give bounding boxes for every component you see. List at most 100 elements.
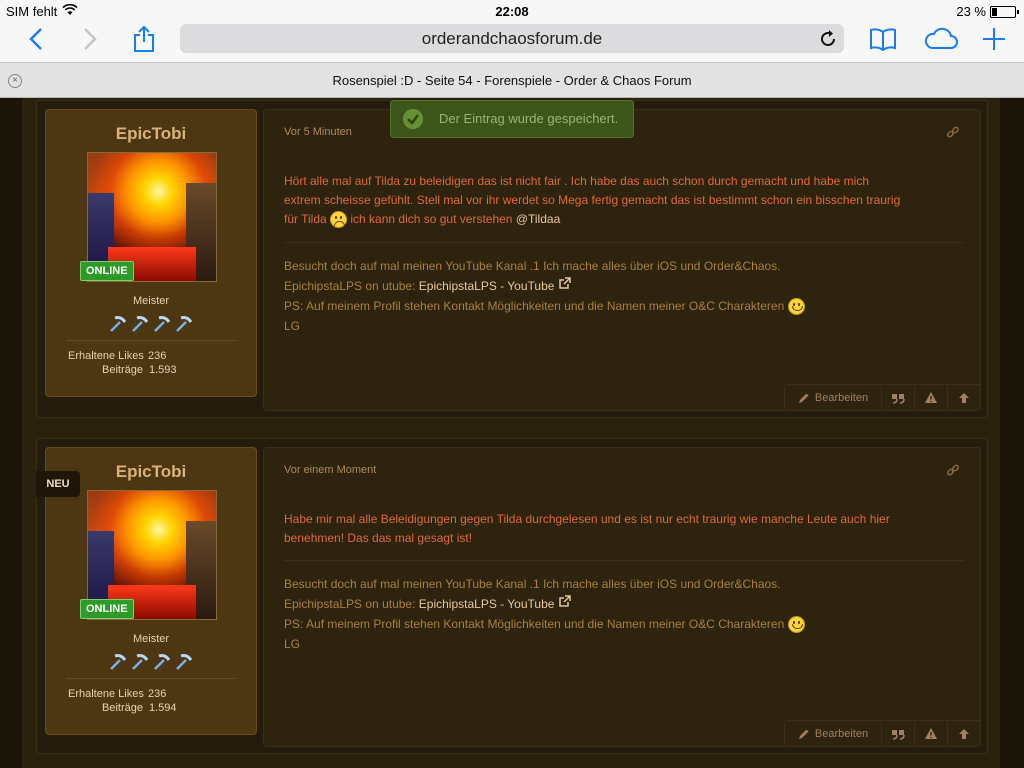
quote-icon	[892, 393, 905, 404]
quote-icon	[892, 729, 905, 740]
message-line: extrem scheisse gefühlt. Stell mal vor i…	[284, 193, 901, 207]
pickaxe-icon	[130, 652, 150, 672]
forum-post: EpicTobi ONLINE Meister Erhaltene Likes …	[36, 100, 988, 418]
trophy-icons	[108, 314, 194, 334]
clock: 22:08	[495, 4, 529, 19]
browser-chrome: SIM fehlt 22:08 23 % orderandchaosforum.…	[0, 0, 1024, 98]
message-text: ich kann dich so gut verstehen	[350, 212, 513, 226]
pickaxe-icon	[108, 314, 128, 334]
sad-smiley-icon	[330, 211, 348, 229]
address-bar[interactable]: orderandchaosforum.de	[180, 24, 844, 53]
new-post-badge: NEU	[36, 471, 80, 497]
arrow-up-icon	[959, 392, 969, 403]
url-text: orderandchaosforum.de	[421, 29, 603, 48]
tab-title[interactable]: Rosenspiel :D - Seite 54 - Forenspiele -…	[0, 73, 1024, 88]
message-line: für Tilda ich kann dich so gut verstehen…	[284, 210, 964, 229]
online-badge: ONLINE	[80, 599, 134, 619]
post-message: Hört alle mal auf Tilda zu beleidigen da…	[284, 172, 964, 229]
permalink-icon[interactable]	[946, 126, 960, 140]
new-tab-button[interactable]	[978, 24, 1010, 54]
forward-button[interactable]	[74, 24, 106, 54]
posts-count: 1.594	[149, 702, 177, 714]
back-button[interactable]	[20, 24, 52, 54]
likes-label: Erhaltene Likes	[68, 688, 144, 700]
user-mention[interactable]: @Tildaa	[516, 212, 560, 226]
chevron-right-icon	[84, 28, 97, 50]
status-bar: SIM fehlt 22:08 23 %	[0, 0, 1024, 22]
signature: Besucht doch auf mal meinen YouTube Kana…	[284, 256, 964, 336]
quote-button[interactable]	[881, 385, 914, 410]
pickaxe-icon	[130, 314, 150, 334]
youtube-link[interactable]: EpichipstaLPS - YouTube	[419, 597, 555, 611]
pickaxe-icon	[152, 314, 172, 334]
posts-count: 1.593	[149, 364, 177, 376]
signature-line: Besucht doch auf mal meinen YouTube Kana…	[284, 259, 781, 273]
likes-count: 236	[148, 350, 167, 362]
likes-count: 236	[148, 688, 167, 700]
report-button[interactable]	[914, 721, 947, 746]
signature-divider	[284, 242, 964, 243]
battery-percent: 23 %	[956, 4, 986, 19]
edit-button[interactable]: Bearbeiten	[785, 721, 881, 746]
post-time[interactable]: Vor einem Moment	[284, 464, 376, 476]
cloud-icon	[924, 27, 958, 49]
checkmark-icon	[403, 109, 423, 129]
edit-button[interactable]: Bearbeiten	[785, 385, 881, 410]
arrow-up-icon	[959, 728, 969, 739]
forum-post: EpicTobi ONLINE Meister Erhaltene Likes …	[36, 438, 988, 754]
user-card: EpicTobi ONLINE Meister Erhaltene Likes …	[45, 109, 257, 397]
bookmarks-button[interactable]	[866, 24, 900, 54]
message-line: benehmen! Das das mal gesagt ist!	[284, 531, 473, 545]
scroll-top-button[interactable]	[947, 385, 980, 410]
user-rank: Meister	[132, 633, 170, 645]
quote-button[interactable]	[881, 721, 914, 746]
signature-divider	[284, 560, 964, 561]
report-button[interactable]	[914, 385, 947, 410]
warning-icon	[925, 728, 937, 739]
signature-line: PS: Auf meinem Profil stehen Kontakt Mög…	[284, 296, 964, 316]
smiley-icon	[787, 298, 805, 316]
forum-page: EpicTobi ONLINE Meister Erhaltene Likes …	[0, 98, 1024, 768]
pencil-icon	[798, 729, 809, 739]
signature-line: Besucht doch auf mal meinen YouTube Kana…	[284, 577, 781, 591]
signature-text: PS: Auf meinem Profil stehen Kontakt Mög…	[284, 299, 785, 313]
icloud-tabs-button[interactable]	[922, 24, 960, 54]
pickaxe-icon	[174, 652, 194, 672]
permalink-icon[interactable]	[946, 464, 960, 478]
signature-text: PS: Auf meinem Profil stehen Kontakt Mög…	[284, 617, 785, 631]
posts-label: Beiträge	[102, 364, 143, 376]
edit-label: Bearbeiten	[814, 727, 869, 740]
posts-label: Beiträge	[102, 702, 143, 714]
post-actions: Bearbeiten	[784, 384, 980, 410]
chevron-left-icon	[29, 28, 42, 50]
scroll-top-button[interactable]	[947, 721, 980, 746]
pickaxe-icon	[152, 652, 172, 672]
signature-line: PS: Auf meinem Profil stehen Kontakt Mög…	[284, 614, 964, 634]
post-time[interactable]: Vor 5 Minuten	[284, 126, 352, 138]
pickaxe-icon	[108, 652, 128, 672]
post-body: Vor 5 Minuten Hört alle mal auf Tilda zu…	[263, 109, 981, 411]
reload-icon[interactable]	[818, 29, 838, 49]
success-toast: Der Eintrag wurde gespeichert.	[390, 100, 634, 138]
external-link-icon	[559, 277, 571, 289]
youtube-link[interactable]: EpichipstaLPS - YouTube	[419, 279, 555, 293]
user-rank: Meister	[132, 295, 170, 307]
pickaxe-icon	[174, 314, 194, 334]
pencil-icon	[798, 393, 809, 403]
post-body: Vor einem Moment Habe mir mal alle Belei…	[263, 447, 981, 747]
username[interactable]: EpicTobi	[46, 124, 256, 144]
tab-bar: × Rosenspiel :D - Seite 54 - Forenspiele…	[0, 62, 1024, 97]
external-link-icon	[559, 595, 571, 607]
plus-icon	[983, 28, 1005, 50]
message-line: Hört alle mal auf Tilda zu beleidigen da…	[284, 174, 870, 188]
signature-text: EpichipstaLPS on utube:	[284, 597, 416, 611]
signature-text: EpichipstaLPS on utube:	[284, 279, 416, 293]
signature-line: LG	[284, 319, 301, 333]
message-text: für Tilda	[284, 212, 327, 226]
toast-message: Der Eintrag wurde gespeichert.	[439, 111, 619, 126]
signature-line: EpichipstaLPS on utube: EpichipstaLPS - …	[284, 594, 964, 614]
share-button[interactable]	[128, 24, 160, 54]
book-icon	[870, 28, 896, 51]
trophy-icons	[108, 652, 194, 672]
divider	[66, 678, 236, 679]
